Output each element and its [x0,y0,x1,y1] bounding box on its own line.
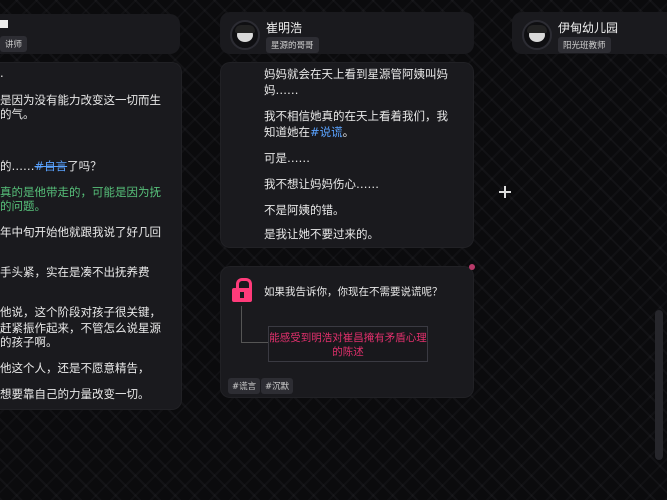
scrollbar[interactable] [655,310,663,460]
dialogue-line-3-end: 。 [342,125,355,139]
left-line-10: 的孩子啊。 [0,335,58,349]
lock-icon [232,278,252,302]
left-line-3: 的……#自言了吗？ [0,159,102,173]
left-line-6: 年中旬开始他就跟我说了好几回 [0,225,161,239]
crosshair-cursor-icon [499,186,511,198]
left-line-12: 想要靠自己的力量改变一切。 [0,387,150,401]
left-line-5: 的问题。 [0,199,46,213]
dialogue-line-4: 可是…… [264,151,310,165]
character-name: 崔明浩 [266,21,303,35]
left-line-7: 手头紧，实在是凑不出抚养费 [0,265,150,279]
left-self-talk-link[interactable]: #自言 [35,159,68,173]
dialogue-line-3-text: 知道她在 [264,125,310,139]
lie-keyword-link[interactable]: #说谎 [310,125,343,139]
left-header-tag: 讲师 [0,36,28,52]
dialogue-line-7: 是我让她不要过来的。 [264,227,379,241]
dialogue-line-3: 知道她在#说谎。 [264,124,354,140]
dialogue-line-0: 妈妈就会在天上看到星源管阿姨叫妈 [264,67,448,81]
dialogue-line-2: 我不相信她真的在天上看着我们，我 [264,109,448,123]
left-line-0: . [0,66,4,80]
choice-connector [241,306,268,343]
avatar [230,20,260,50]
character-name: 伊甸幼儿园 [558,21,619,35]
character-role-tag: 星源的哥哥 [266,37,319,53]
dialogue-line-5: 我不想让妈妈伤心…… [264,177,379,191]
character-header-cui-minghao[interactable]: 崔明浩 星源的哥哥 [220,12,474,54]
dialogue-line-6: 不是阿姨的错。 [264,203,345,217]
dialogue-line-1: 妈…… [264,83,299,97]
left-header-square-icon [0,20,8,28]
character-role-tag: 阳光班教师 [558,37,611,53]
avatar [522,20,552,50]
connector-dot [469,264,475,270]
dialogue-panel[interactable]: 妈妈就会在天上看到星源管阿姨叫妈 妈…… 我不相信她真的在天上看着我们，我 知道… [220,62,474,248]
character-header-kindergarten[interactable]: 伊甸幼儿园 阳光班教师 [512,12,667,54]
tag-silence[interactable]: #沉默 [261,378,294,394]
left-header: 讲师 [0,14,180,54]
left-line-11: 他这个人，还是不愿意精告， [0,361,150,375]
tag-lie[interactable]: #谎言 [228,378,261,394]
left-dialogue-panel[interactable]: . 是因为没有能力改变这一切而生 的气。 的……#自言了吗？ 真的是他带走的，可… [0,62,182,410]
left-line-2: 的气。 [0,107,35,121]
left-line-8: 他说，这个阶段对孩子很关键， [0,305,161,319]
evidence-choice-button[interactable]: 能感受到明浩对崔昌掩有矛盾心理的陈述 [268,326,428,362]
prompt-question: 如果我告诉你，你现在不需要说谎呢？ [264,286,443,298]
